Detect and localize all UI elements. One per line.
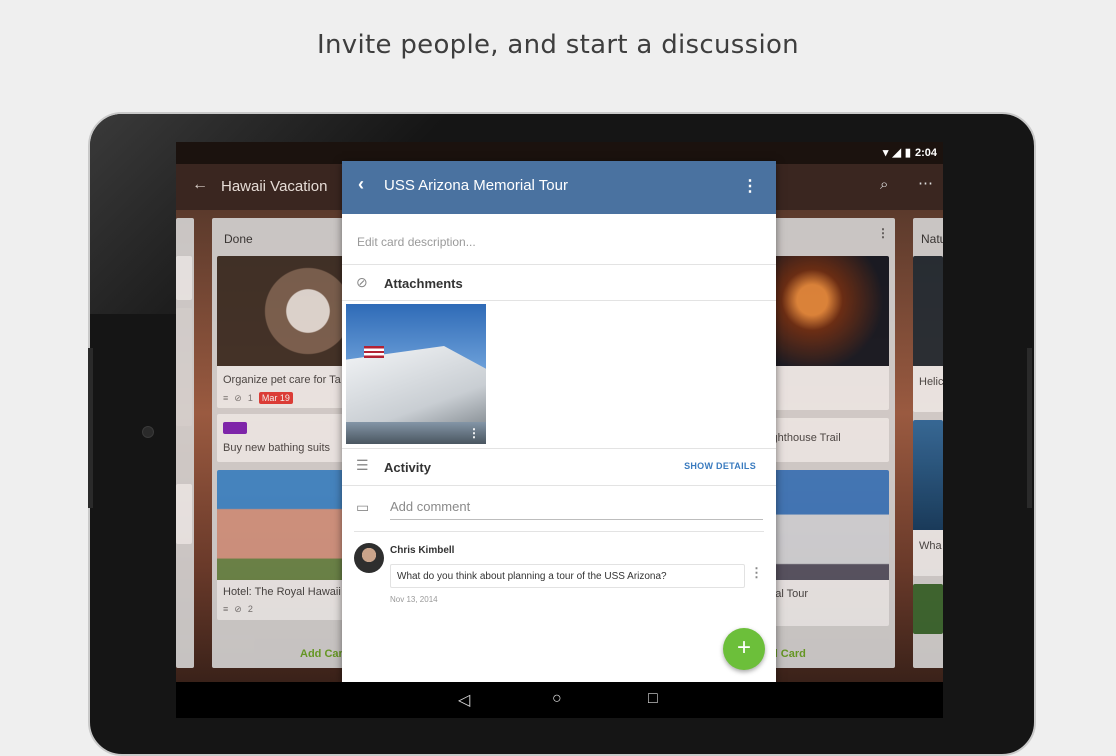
card-title: Organize pet care for Ta (223, 374, 341, 386)
card-description-field[interactable]: Edit card description... (357, 235, 476, 249)
attachment-icon: ⊘ (234, 392, 242, 403)
attachment-count: 2 (247, 604, 253, 614)
activity-heading: Activity (384, 460, 431, 475)
card[interactable] (913, 584, 943, 634)
status-icons: ▾ ◢ ▮ 2:04 (882, 146, 937, 160)
attachment-icon: ⊘ (234, 604, 242, 614)
card-title: Helic (919, 376, 943, 388)
due-date-badge: Mar 19 (258, 392, 293, 404)
chevron-left-icon[interactable]: ‹ (358, 174, 364, 195)
card-detail-header: ‹ USS Arizona Memorial Tour ⋮ (342, 161, 776, 214)
avatar[interactable] (354, 543, 384, 573)
card[interactable]: Helic (913, 256, 943, 412)
headline: Invite people, and start a discussion (317, 30, 799, 60)
divider (342, 264, 776, 265)
description-icon: ≡ (223, 393, 229, 403)
comment-date: Nov 13, 2014 (390, 595, 438, 604)
card[interactable] (176, 484, 192, 544)
divider (342, 485, 776, 486)
attachment-thumbnail[interactable]: ⋮ (346, 304, 486, 444)
add-comment-input[interactable]: Add comment (390, 499, 763, 520)
side-button-left (88, 348, 93, 508)
back-arrow-icon[interactable]: ← (192, 176, 208, 194)
list-partial-left (176, 218, 194, 668)
card-badges: ≡ ⊘ 2 (223, 604, 253, 615)
list-title: Natu (921, 232, 943, 246)
signal-icon: ◢ (892, 147, 901, 159)
card[interactable] (176, 256, 192, 300)
flag-icon (364, 346, 384, 358)
card-detail-panel: ‹ USS Arizona Memorial Tour ⋮ Edit card … (342, 161, 776, 683)
screen: ▾ ◢ ▮ 2:04 ← Hawaii Vacation ⌕ ⋯ Done Or… (176, 142, 943, 718)
card[interactable] (176, 308, 192, 426)
description-icon: ≡ (223, 604, 229, 614)
card-bathing-suits[interactable]: Buy new bathing suits (217, 414, 347, 462)
overflow-menu-icon[interactable]: ⋯ (918, 174, 933, 192)
comment-menu-icon[interactable]: ⋮ (750, 565, 763, 581)
divider (342, 300, 776, 301)
card-image-hotel (217, 470, 347, 580)
list-menu-icon[interactable]: ⋮ (877, 226, 889, 240)
recents-square-icon[interactable]: □ (648, 690, 658, 708)
divider (354, 531, 764, 532)
side-button-right (1027, 348, 1032, 508)
home-circle-icon[interactable]: ○ (552, 690, 562, 708)
card-detail-title: USS Arizona Memorial Tour (384, 177, 568, 194)
card-title: Hotel: The Royal Hawaii (223, 586, 341, 598)
card-title: Buy new bathing suits (223, 442, 331, 454)
card[interactable] (761, 256, 889, 410)
card-lighthouse-trail[interactable]: Lighthouse Trail (761, 418, 889, 462)
card-image-fire-dancer (761, 256, 889, 366)
card-label (223, 422, 247, 434)
list-middle: ⋮ Lighthouse Trail orial Tour d Card (761, 218, 895, 668)
back-triangle-icon[interactable]: ◁ (458, 690, 470, 710)
battery-icon: ▮ (904, 147, 911, 159)
card-hotel[interactable]: Hotel: The Royal Hawaii ≡ ⊘ 2 (217, 470, 347, 620)
activity-list-icon: ☰ (356, 457, 369, 473)
card-image-dog (217, 256, 347, 366)
list-title: Done (224, 232, 253, 246)
show-details-button[interactable]: SHOW DETAILS (684, 461, 756, 471)
search-icon[interactable]: ⌕ (880, 176, 888, 193)
comment-author: Chris Kimbell (390, 545, 455, 556)
card-pet-care[interactable]: Organize pet care for Ta ≡ ⊘ 1 Mar 19 (217, 256, 347, 408)
card[interactable]: Wha (913, 420, 943, 576)
attachment-menu-icon[interactable]: ⋮ (468, 426, 480, 440)
card-image (913, 256, 943, 366)
card-title: Wha (919, 540, 942, 552)
card-image-memorial (761, 470, 889, 580)
divider (342, 448, 776, 449)
add-card-button[interactable]: d Card (771, 648, 806, 660)
status-time: 2:04 (914, 146, 937, 159)
card-image (913, 420, 943, 530)
card-badges: ≡ ⊘ 1 Mar 19 (223, 392, 293, 404)
overflow-menu-icon[interactable]: ⋮ (742, 176, 758, 196)
attachment-count: 1 (247, 393, 253, 403)
attachments-heading: Attachments (384, 276, 463, 291)
comment-text: What do you think about planning a tour … (390, 564, 745, 588)
board-title: Hawaii Vacation (221, 178, 328, 195)
comment-bubble-icon: ▭ (356, 499, 370, 515)
system-nav-bar: ◁ ○ □ (176, 682, 943, 718)
camera (142, 426, 154, 438)
paperclip-icon: ⊘ (356, 274, 368, 290)
add-fab-button[interactable]: + (723, 628, 765, 670)
card-memorial-tour[interactable]: orial Tour (761, 470, 889, 626)
wifi-icon: ▾ (882, 147, 889, 159)
list-nature: Natu Helic Wha (913, 218, 943, 668)
